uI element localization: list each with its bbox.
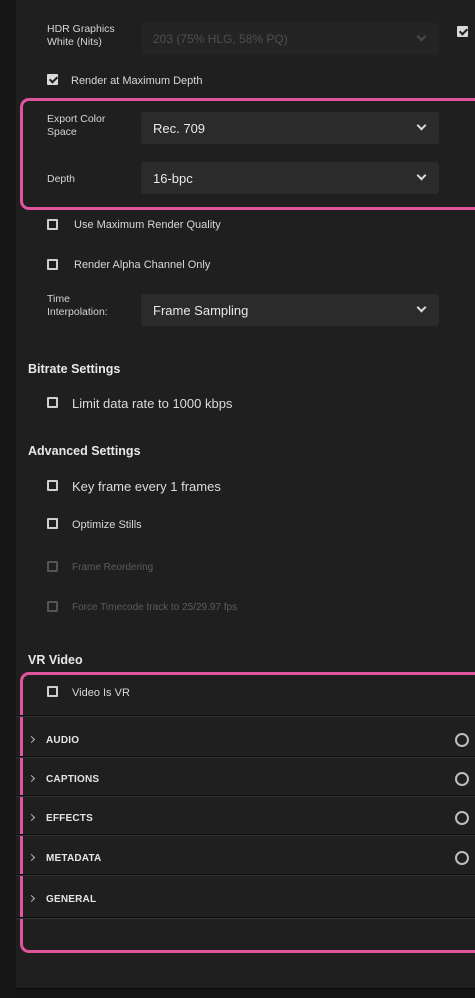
panel-footer <box>16 988 475 998</box>
force-timecode-checkbox <box>47 601 58 612</box>
section-captions-label: CAPTIONS <box>46 774 100 785</box>
time-interpolation-value: Frame Sampling <box>153 303 249 318</box>
frame-reordering-label: Frame Reordering <box>72 562 154 573</box>
limit-data-rate-label: Limit data rate to 1000 kbps <box>72 396 233 411</box>
section-audio-toggle[interactable] <box>455 733 469 747</box>
depth-select[interactable]: 16-bpc <box>141 162 439 194</box>
render-max-depth-checkbox[interactable] <box>47 74 58 85</box>
section-audio-label: AUDIO <box>46 735 80 746</box>
render-max-depth-label: Render at Maximum Depth <box>71 75 203 87</box>
frame-reordering-checkbox <box>47 561 58 572</box>
render-alpha-only-checkbox[interactable] <box>47 259 58 270</box>
chevron-down-icon <box>416 31 427 42</box>
hdr-graphics-white-label: HDR Graphics White (Nits) <box>47 23 115 48</box>
export-color-space-value: Rec. 709 <box>153 121 206 136</box>
render-alpha-only-label: Render Alpha Channel Only <box>74 259 211 271</box>
chevron-down-icon <box>416 120 427 131</box>
hdr-graphics-white-select[interactable]: 203 (75% HLG, 58% PQ) <box>141 23 439 55</box>
section-captions-toggle[interactable] <box>455 772 469 786</box>
video-is-vr-label: Video Is VR <box>72 687 130 699</box>
time-interpolation-label: Time Interpolation: <box>47 293 108 318</box>
hdr-side-checkbox[interactable] <box>457 26 468 37</box>
video-is-vr-checkbox[interactable] <box>47 686 58 697</box>
depth-label: Depth <box>47 173 76 185</box>
optimize-stills-label: Optimize Stills <box>72 519 142 531</box>
key-frame-label: Key frame every 1 frames <box>72 479 221 494</box>
bitrate-settings-heading: Bitrate Settings <box>28 362 121 376</box>
limit-data-rate-checkbox[interactable] <box>47 397 58 408</box>
section-effects-toggle[interactable] <box>455 811 469 825</box>
section-metadata-toggle[interactable] <box>455 851 469 865</box>
time-interpolation-select[interactable]: Frame Sampling <box>141 294 439 326</box>
export-color-space-select[interactable]: Rec. 709 <box>141 112 439 144</box>
depth-value: 16-bpc <box>153 171 193 186</box>
force-timecode-label: Force Timecode track to 25/29.97 fps <box>72 602 238 613</box>
chevron-down-icon <box>416 170 427 181</box>
optimize-stills-checkbox[interactable] <box>47 518 58 529</box>
left-edge-strip <box>0 0 16 998</box>
key-frame-checkbox[interactable] <box>47 480 58 491</box>
section-general-label: GENERAL <box>46 894 97 905</box>
use-max-render-quality-label: Use Maximum Render Quality <box>74 219 221 231</box>
section-effects-label: EFFECTS <box>46 813 93 824</box>
export-settings-page: HDR Graphics White (Nits) 203 (75% HLG, … <box>0 0 475 998</box>
vr-video-heading: VR Video <box>28 653 83 667</box>
export-color-space-label: Export Color Space <box>47 113 106 138</box>
advanced-settings-heading: Advanced Settings <box>28 444 141 458</box>
hdr-graphics-white-value: 203 (75% HLG, 58% PQ) <box>153 32 288 46</box>
section-metadata-label: METADATA <box>46 853 102 864</box>
use-max-render-quality-checkbox[interactable] <box>47 219 58 230</box>
chevron-down-icon <box>416 302 427 313</box>
